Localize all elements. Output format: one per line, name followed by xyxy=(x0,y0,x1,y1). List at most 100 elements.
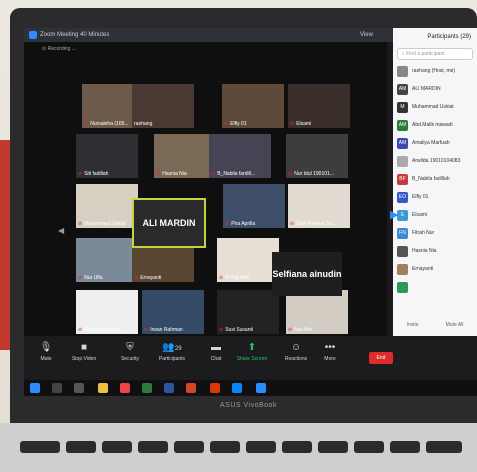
gallery-prev-arrow-icon[interactable]: ◀ xyxy=(58,226,64,235)
word-icon[interactable] xyxy=(164,383,174,393)
zoom-taskbar-icon[interactable] xyxy=(256,383,266,393)
participant-list-item[interactable]: Ernayanti xyxy=(393,260,477,278)
chat-button[interactable]: ▬ Chat xyxy=(196,342,236,362)
participant-name: Opin Rahma Sa... xyxy=(296,221,336,227)
laptop-screen: Zoom Meeting 40 Minutes View ⊙ Recording… xyxy=(24,28,477,380)
participant-name: Nur Ulfa xyxy=(84,275,103,281)
participant-name-label: ⊘ Irwan Rahman xyxy=(144,327,183,333)
stop-video-button[interactable]: ■ Stop Video xyxy=(64,342,104,362)
windows-start-icon[interactable] xyxy=(30,383,40,393)
key xyxy=(210,441,240,453)
more-button[interactable]: ••• More xyxy=(310,342,350,362)
participant-list-item[interactable]: AM ALI MARDIN xyxy=(393,80,477,98)
share-screen-button[interactable]: ⬆ Share Screen xyxy=(232,342,272,362)
participant-video-tile[interactable]: ⊘ Opin Rahma Sa... xyxy=(288,184,350,228)
participant-name: Ernayanti xyxy=(140,275,162,281)
participant-name: raehang xyxy=(134,121,153,127)
avatar: EO xyxy=(397,191,408,203)
participant-name-label: ⊘ Pira Aprilla xyxy=(225,221,255,227)
chrome-icon[interactable] xyxy=(120,383,130,393)
muted-mic-icon: ⊘ xyxy=(219,327,224,333)
participant-video-tile[interactable]: raehang xyxy=(132,84,194,128)
participant-name: Siti fadillah xyxy=(84,171,109,177)
avatar: M xyxy=(397,101,408,113)
avatar: FN xyxy=(397,227,408,239)
participant-video-tile[interactable]: ⊘ Susi Susanti xyxy=(217,290,279,334)
laptop-keyboard xyxy=(0,423,477,472)
panel-footer: Invite Mute All xyxy=(393,322,477,328)
participant-video-tile[interactable]: ⊘ Nur Ulfa xyxy=(76,238,138,282)
people-icon: 👥29 xyxy=(162,342,182,353)
reactions-label: Reactions xyxy=(284,356,308,362)
participant-list-item[interactable]: M Muhammad Uskiat xyxy=(393,98,477,116)
participant-video-tile[interactable]: ⊘ B_Nabila fardill... xyxy=(209,134,271,178)
invite-button[interactable]: Invite xyxy=(407,322,419,328)
participant-name-label: ⊘ Muhammad Uskiat xyxy=(78,221,126,227)
participant-video-tile[interactable]: ⊘ Pira Aprilla xyxy=(223,184,285,228)
participant-name: Pira Aprilla xyxy=(231,221,256,227)
participant-video-tile[interactable]: ⊘ Hasnia Nia xyxy=(154,134,216,178)
key xyxy=(390,441,420,453)
participant-video-tile[interactable]: ⊘ Muhammad Uskiat xyxy=(76,184,138,228)
avatar xyxy=(397,281,408,293)
participant-video-tile[interactable]: ⊘ Abd Majid maw... xyxy=(76,290,138,334)
participant-list-item[interactable]: Hasnia Nia xyxy=(393,242,477,260)
security-button[interactable]: ⛨ Security xyxy=(110,342,150,362)
name-only-tile[interactable]: Selfiana ainudin xyxy=(272,252,342,296)
file-explorer-icon[interactable] xyxy=(98,383,108,393)
participant-list-item[interactable]: AM Amaliya Marfuah xyxy=(393,134,477,152)
more-icon: ••• xyxy=(324,342,336,353)
windows-taskbar xyxy=(24,380,477,396)
participant-name: M.Hajulfah xyxy=(225,275,250,281)
participant-video-tile[interactable]: ⊘ Irwan Rahman xyxy=(142,290,204,334)
muted-mic-icon: ⊘ xyxy=(78,171,83,177)
participant-name: Nur Aini xyxy=(294,327,312,333)
participants-panel: Participants (29) ⌕ Find a participant r… xyxy=(393,28,477,336)
participant-video-tile[interactable]: ⊘ Elsami xyxy=(288,84,350,128)
participant-name: Muhammad Uskiat xyxy=(84,221,126,227)
participant-video-tile[interactable]: ⊘ Nur Aini xyxy=(286,290,348,334)
mute-label: Mute xyxy=(40,356,52,362)
key xyxy=(318,441,348,453)
participant-list-name: Amaliya Marfuah xyxy=(412,140,450,146)
mute-button[interactable]: 🎙 Mute xyxy=(26,342,66,362)
powerpoint-icon[interactable] xyxy=(186,383,196,393)
participant-list-name: Arwilda 19010104083 xyxy=(412,158,461,164)
participant-list-item[interactable]: raehang (Host, me) xyxy=(393,62,477,80)
active-speaker-tile[interactable]: ALI MARDIN xyxy=(132,198,206,248)
gallery-next-arrow-icon[interactable]: ▶ xyxy=(390,208,398,221)
participant-list-item[interactable] xyxy=(393,278,477,296)
participants-button[interactable]: 👥29 Participants xyxy=(152,342,192,362)
participant-list-item[interactable]: FN Fitrah Nur xyxy=(393,224,477,242)
avatar xyxy=(397,155,408,167)
participant-list-name: ALI MARDIN xyxy=(412,86,441,92)
muted-mic-icon: ⊘ xyxy=(288,327,293,333)
participant-list-item[interactable]: AM Abd.Malik mawadi xyxy=(393,116,477,134)
participant-video-tile[interactable]: ⊘ M.Hajulfah xyxy=(217,238,279,282)
app-icon[interactable] xyxy=(210,383,220,393)
muted-mic-icon: ⊘ xyxy=(211,171,216,177)
participant-list-item[interactable]: E Elsami xyxy=(393,206,477,224)
muted-mic-icon: ⊘ xyxy=(134,275,139,281)
participant-list-item[interactable]: BF B_Nabila fadillah xyxy=(393,170,477,188)
participant-list-item[interactable]: EO Elfly 01 xyxy=(393,188,477,206)
participant-video-tile[interactable]: ⊘ Nur Idul 190101... xyxy=(286,134,348,178)
avatar: BF xyxy=(397,173,408,185)
search-icon[interactable] xyxy=(52,383,62,393)
participant-name: Abd Majid maw... xyxy=(84,327,123,333)
share-screen-label: Share Screen xyxy=(236,356,268,362)
participant-name-label: ⊘ Elsami xyxy=(290,121,311,127)
participant-video-tile[interactable]: ⊘ Elfly 01 xyxy=(222,84,284,128)
participant-search-input[interactable]: ⌕ Find a participant xyxy=(397,48,473,60)
end-meeting-button[interactable]: End xyxy=(369,352,393,364)
participant-list-item[interactable]: Arwilda 19010104083 xyxy=(393,152,477,170)
key xyxy=(102,441,132,453)
participant-list-name: B_Nabila fadillah xyxy=(412,176,450,182)
participant-video-tile[interactable]: ⊘ Siti fadillah xyxy=(76,134,138,178)
gallery-view: ⊙ Recording ... ⊘ Nursaleha (165... raehan… xyxy=(24,42,387,336)
view-button[interactable]: View xyxy=(360,28,373,42)
excel-icon[interactable] xyxy=(142,383,152,393)
mute-all-button[interactable]: Mute All xyxy=(446,322,464,328)
task-view-icon[interactable] xyxy=(74,383,84,393)
edge-icon[interactable] xyxy=(232,383,242,393)
